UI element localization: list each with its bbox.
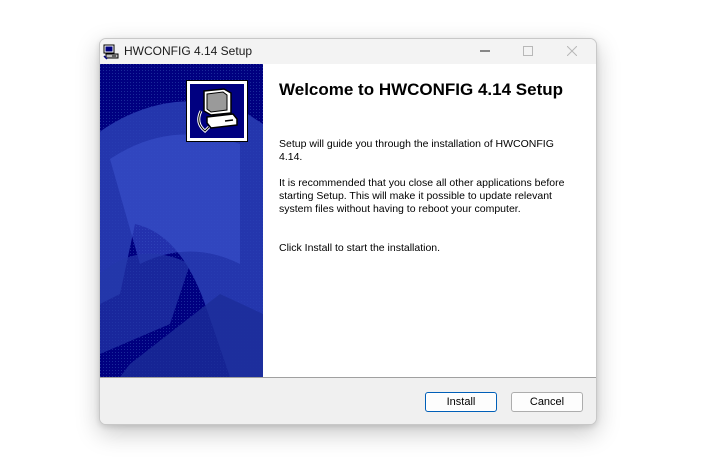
setup-window: HWCONFIG 4.14 Setup Welcome to HWCONFIG … bbox=[99, 38, 597, 425]
welcome-heading: Welcome to HWCONFIG 4.14 Setup bbox=[279, 80, 564, 99]
cancel-button[interactable]: Cancel bbox=[511, 392, 583, 412]
minimize-icon bbox=[480, 43, 490, 61]
close-icon bbox=[566, 43, 578, 61]
install-button[interactable]: Install bbox=[425, 392, 497, 412]
button-bar: Install Cancel bbox=[100, 378, 596, 424]
installer-computer-icon bbox=[103, 44, 119, 60]
maximize-button[interactable] bbox=[506, 39, 550, 64]
recommendation-text: It is recommended that you close all oth… bbox=[279, 177, 565, 215]
title-bar[interactable]: HWCONFIG 4.14 Setup bbox=[100, 39, 596, 64]
computer-setup-icon bbox=[186, 80, 248, 142]
maximize-icon bbox=[523, 43, 533, 61]
welcome-banner bbox=[100, 64, 263, 377]
intro-text: Setup will guide you through the install… bbox=[279, 138, 554, 163]
instruction-text: Click Install to start the installation. bbox=[279, 242, 441, 254]
welcome-content: Welcome to HWCONFIG 4.14 Setup Setup wil… bbox=[263, 64, 596, 377]
close-button[interactable] bbox=[550, 39, 594, 64]
window-title: HWCONFIG 4.14 Setup bbox=[124, 44, 253, 58]
minimize-button[interactable] bbox=[463, 39, 507, 64]
